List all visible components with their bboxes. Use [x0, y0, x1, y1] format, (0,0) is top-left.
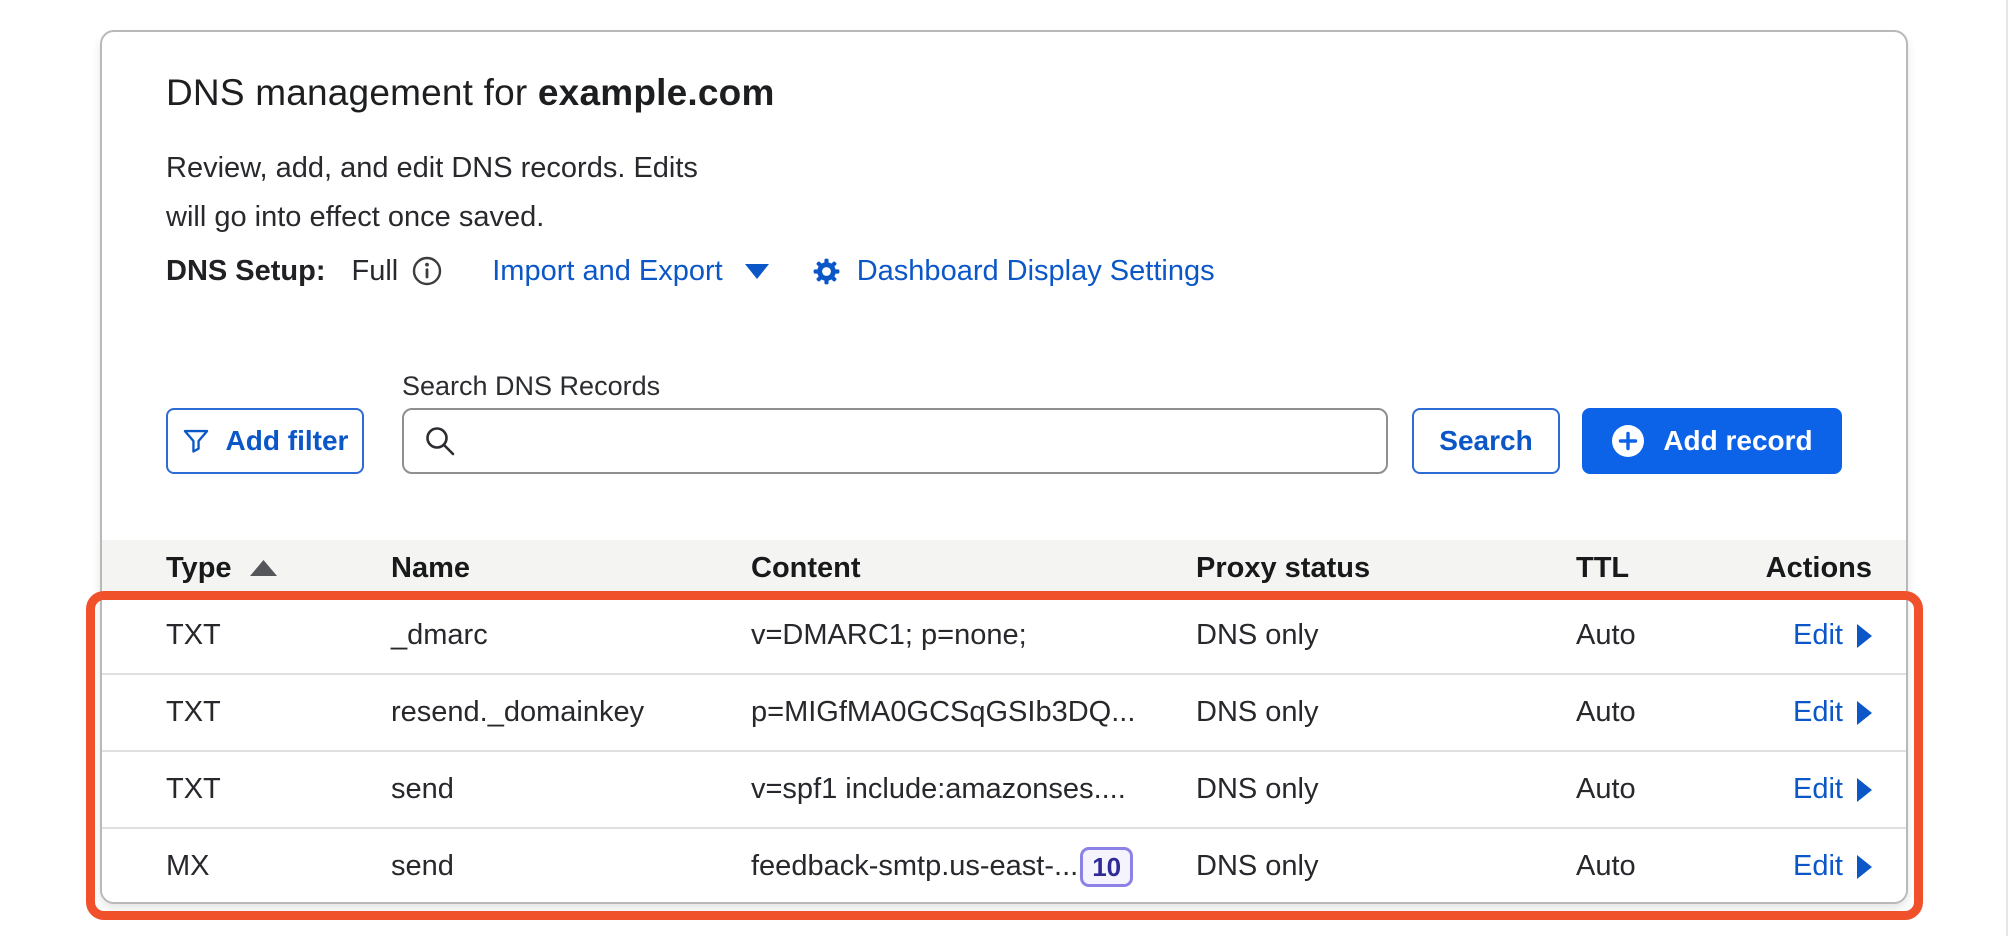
- record-actions: Edit: [1761, 619, 1872, 652]
- dns-records-table: Type Name Content Proxy status TTL Actio…: [102, 540, 1906, 904]
- dns-setup-value: Full: [352, 255, 399, 288]
- table-row: TXT send v=spf1 include:amazonses.... DN…: [102, 750, 1906, 827]
- record-actions: Edit: [1761, 773, 1872, 806]
- search-button-label: Search: [1439, 425, 1532, 457]
- add-record-button[interactable]: Add record: [1582, 408, 1842, 474]
- record-type: TXT: [166, 773, 391, 806]
- dashboard-display-settings-link[interactable]: Dashboard Display Settings: [811, 255, 1215, 288]
- record-ttl: Auto: [1576, 773, 1761, 806]
- edit-record-label: Edit: [1793, 619, 1843, 652]
- table-row: MX send feedback-smtp.us-east-... 10 DNS…: [102, 827, 1906, 904]
- edit-record-button[interactable]: Edit: [1793, 696, 1872, 729]
- record-content-text: v=DMARC1; p=none;: [751, 619, 1027, 652]
- column-header-actions-label: Actions: [1766, 552, 1872, 585]
- sort-ascending-icon: [250, 560, 277, 576]
- column-header-proxy-status[interactable]: Proxy status: [1196, 552, 1576, 585]
- record-content: p=MIGfMA0GCSqGSIb3DQ...: [751, 696, 1196, 729]
- table-row: TXT _dmarc v=DMARC1; p=none; DNS only Au…: [102, 596, 1906, 673]
- add-record-label: Add record: [1663, 425, 1812, 457]
- column-header-ttl-label: TTL: [1576, 552, 1629, 585]
- chevron-down-icon: [745, 264, 769, 279]
- filter-funnel-icon: [182, 427, 210, 455]
- record-name: resend._domainkey: [391, 696, 751, 729]
- dns-management-card: DNS management for example.com Review, a…: [100, 30, 1908, 904]
- search-button[interactable]: Search: [1412, 408, 1560, 474]
- search-input[interactable]: [402, 408, 1388, 474]
- page-subtitle: Review, add, and edit DNS records. Edits…: [102, 144, 762, 242]
- priority-badge: 10: [1080, 847, 1133, 887]
- record-type: TXT: [166, 619, 391, 652]
- add-filter-label: Add filter: [226, 425, 349, 457]
- edit-arrow-icon: [1857, 855, 1872, 879]
- column-header-name-label: Name: [391, 552, 470, 585]
- dns-setup-row: DNS Setup: Full Import and Export: [102, 252, 1906, 290]
- column-header-actions: Actions: [1761, 552, 1872, 585]
- edit-record-label: Edit: [1793, 850, 1843, 883]
- record-proxy-status: DNS only: [1196, 850, 1576, 883]
- record-content-text: v=spf1 include:amazonses....: [751, 773, 1126, 806]
- edit-record-button[interactable]: Edit: [1793, 773, 1872, 806]
- column-header-name[interactable]: Name: [391, 552, 751, 585]
- edit-record-label: Edit: [1793, 773, 1843, 806]
- info-icon[interactable]: [412, 256, 442, 286]
- record-type: TXT: [166, 696, 391, 729]
- record-name: send: [391, 773, 751, 806]
- record-name: send: [391, 850, 751, 883]
- column-header-content[interactable]: Content: [751, 552, 1196, 585]
- edit-record-button[interactable]: Edit: [1793, 850, 1872, 883]
- viewport-right-edge: [2006, 0, 2008, 936]
- record-content: feedback-smtp.us-east-... 10: [751, 847, 1196, 887]
- edit-arrow-icon: [1857, 778, 1872, 802]
- column-header-content-label: Content: [751, 552, 861, 585]
- record-actions: Edit: [1761, 696, 1872, 729]
- table-body: TXT _dmarc v=DMARC1; p=none; DNS only Au…: [102, 596, 1906, 904]
- dns-setup-label: DNS Setup:: [166, 255, 326, 288]
- page-title-prefix: DNS management for: [166, 72, 538, 113]
- record-ttl: Auto: [1576, 696, 1761, 729]
- edit-arrow-icon: [1857, 701, 1872, 725]
- table-header-row: Type Name Content Proxy status TTL Actio…: [102, 540, 1906, 596]
- record-content-text: feedback-smtp.us-east-...: [751, 850, 1078, 883]
- page-title: DNS management for example.com: [102, 70, 1906, 116]
- plus-circle-icon: [1611, 424, 1645, 458]
- gear-icon: [811, 256, 842, 287]
- record-proxy-status: DNS only: [1196, 696, 1576, 729]
- add-filter-button[interactable]: Add filter: [166, 408, 364, 474]
- record-type: MX: [166, 850, 391, 883]
- table-row: TXT resend._domainkey p=MIGfMA0GCSqGSIb3…: [102, 673, 1906, 750]
- import-export-label: Import and Export: [492, 255, 723, 288]
- column-header-proxy-status-label: Proxy status: [1196, 552, 1370, 585]
- domain-name: example.com: [538, 72, 775, 113]
- record-ttl: Auto: [1576, 850, 1761, 883]
- search-records-label: Search DNS Records: [402, 370, 1842, 402]
- record-proxy-status: DNS only: [1196, 773, 1576, 806]
- dashboard-display-settings-label: Dashboard Display Settings: [857, 255, 1215, 288]
- column-header-ttl[interactable]: TTL: [1576, 552, 1761, 585]
- record-name: _dmarc: [391, 619, 751, 652]
- edit-record-button[interactable]: Edit: [1793, 619, 1872, 652]
- record-content: v=spf1 include:amazonses....: [751, 773, 1196, 806]
- edit-arrow-icon: [1857, 624, 1872, 648]
- search-input-wrap: [402, 408, 1388, 474]
- record-actions: Edit: [1761, 850, 1872, 883]
- edit-record-label: Edit: [1793, 696, 1843, 729]
- record-content: v=DMARC1; p=none;: [751, 619, 1196, 652]
- import-export-dropdown[interactable]: Import and Export: [492, 255, 769, 288]
- record-proxy-status: DNS only: [1196, 619, 1576, 652]
- record-content-text: p=MIGfMA0GCSqGSIb3DQ...: [751, 696, 1135, 729]
- record-ttl: Auto: [1576, 619, 1761, 652]
- search-section: Search DNS Records Add filter Sear: [102, 370, 1906, 474]
- column-header-type[interactable]: Type: [166, 552, 391, 585]
- column-header-type-label: Type: [166, 552, 232, 585]
